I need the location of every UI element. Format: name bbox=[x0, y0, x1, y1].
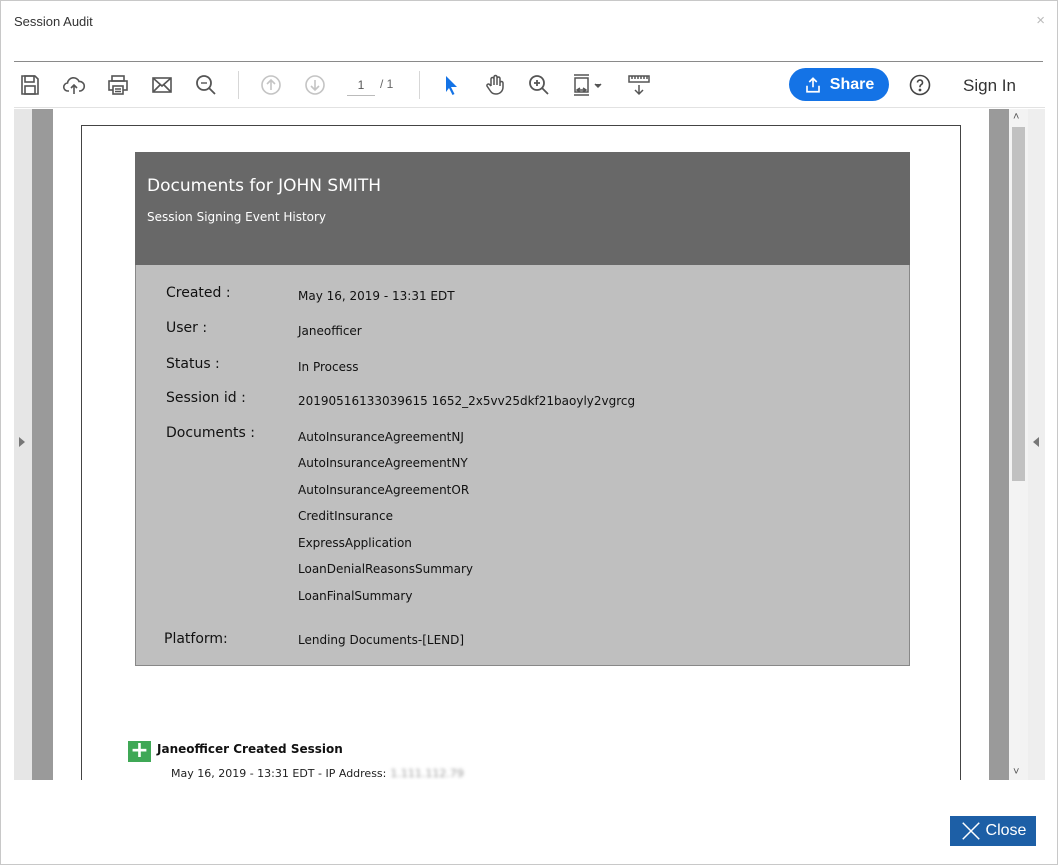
expand-left-icon[interactable] bbox=[19, 437, 25, 447]
session-id-value: 20190516133039615 1652_2x5vv25dkf21baoyl… bbox=[298, 394, 636, 408]
dialog-close-icon[interactable]: × bbox=[1036, 12, 1045, 29]
right-panel-toggle[interactable] bbox=[1028, 109, 1045, 780]
document-item: LoanDenialReasonsSummary bbox=[298, 562, 474, 576]
document-item: CreditInsurance bbox=[298, 509, 393, 523]
toolbar-separator bbox=[238, 71, 239, 99]
scroll-down-icon[interactable]: ˅ bbox=[1013, 766, 1019, 778]
document-page: Documents for JOHN SMITH Session Signing… bbox=[53, 109, 989, 780]
document-item: LoanFinalSummary bbox=[298, 589, 413, 603]
document-item: AutoInsuranceAgreementOR bbox=[298, 483, 470, 497]
email-icon[interactable] bbox=[148, 71, 176, 99]
platform-label: Platform: bbox=[164, 631, 228, 647]
scrollbar-thumb[interactable] bbox=[1012, 127, 1025, 481]
print-icon[interactable] bbox=[104, 71, 132, 99]
select-cursor-icon[interactable] bbox=[437, 71, 465, 99]
close-label: Close bbox=[985, 822, 1027, 839]
event-title: Janeofficer Created Session bbox=[157, 742, 343, 756]
close-x-icon bbox=[961, 822, 980, 840]
session-audit-dialog: Session Audit × / 1 bbox=[0, 0, 1058, 865]
documents-label: Documents : bbox=[166, 425, 255, 441]
created-value: May 16, 2019 - 13:31 EDT bbox=[298, 289, 455, 303]
sign-in-link[interactable]: Sign In bbox=[963, 76, 1016, 96]
fit-page-icon[interactable] bbox=[570, 71, 606, 99]
user-value: Janeofficer bbox=[298, 324, 362, 338]
share-button[interactable]: Share bbox=[789, 68, 889, 101]
share-label: Share bbox=[829, 75, 875, 93]
status-label: Status : bbox=[166, 356, 220, 372]
document-viewer: Documents for JOHN SMITH Session Signing… bbox=[14, 109, 1045, 780]
next-page-icon[interactable] bbox=[301, 71, 329, 99]
dialog-title: Session Audit bbox=[14, 14, 93, 29]
event-timestamp: May 16, 2019 - 13:31 EDT - IP Address: bbox=[171, 767, 387, 780]
document-header: Documents for JOHN SMITH Session Signing… bbox=[135, 152, 910, 265]
toolbar-separator bbox=[419, 71, 420, 99]
document-item: AutoInsuranceAgreementNY bbox=[298, 456, 468, 470]
session-info-box: Created : May 16, 2019 - 13:31 EDT User … bbox=[135, 265, 910, 666]
platform-value: Lending Documents-[LEND] bbox=[298, 633, 465, 647]
previous-page-icon[interactable] bbox=[257, 71, 285, 99]
vertical-scrollbar[interactable]: ˄ ˅ bbox=[1009, 109, 1028, 780]
status-value: In Process bbox=[298, 360, 359, 374]
share-icon bbox=[805, 76, 820, 93]
document-item: AutoInsuranceAgreementNJ bbox=[298, 430, 464, 444]
created-label: Created : bbox=[166, 285, 231, 301]
page-number-input[interactable] bbox=[347, 74, 375, 96]
document-subtitle: Session Signing Event History bbox=[147, 210, 327, 224]
help-icon[interactable] bbox=[906, 71, 934, 99]
event-meta: May 16, 2019 - 13:31 EDT - IP Address: 1.… bbox=[171, 767, 464, 780]
zoom-in-icon[interactable] bbox=[525, 71, 553, 99]
close-button[interactable]: Close bbox=[950, 816, 1036, 846]
page-total: / 1 bbox=[380, 77, 394, 91]
ip-address-redacted: 1.111.112.79 bbox=[390, 767, 464, 780]
search-icon[interactable] bbox=[192, 71, 220, 99]
user-label: User : bbox=[166, 320, 208, 336]
upload-cloud-icon[interactable] bbox=[60, 71, 88, 99]
left-panel-toggle[interactable] bbox=[14, 109, 32, 780]
measure-tool-icon[interactable] bbox=[625, 71, 653, 99]
save-icon[interactable] bbox=[16, 71, 44, 99]
document-title: Documents for JOHN SMITH bbox=[147, 176, 382, 196]
event-created-plus-icon: + bbox=[128, 740, 151, 762]
session-id-label: Session id : bbox=[166, 390, 246, 406]
scroll-up-icon[interactable]: ˄ bbox=[1013, 111, 1019, 123]
hand-tool-icon[interactable] bbox=[481, 71, 509, 99]
expand-right-icon[interactable] bbox=[1033, 437, 1039, 447]
document-item: ExpressApplication bbox=[298, 536, 412, 550]
pdf-toolbar: / 1 Share Sign In bbox=[14, 62, 1045, 108]
